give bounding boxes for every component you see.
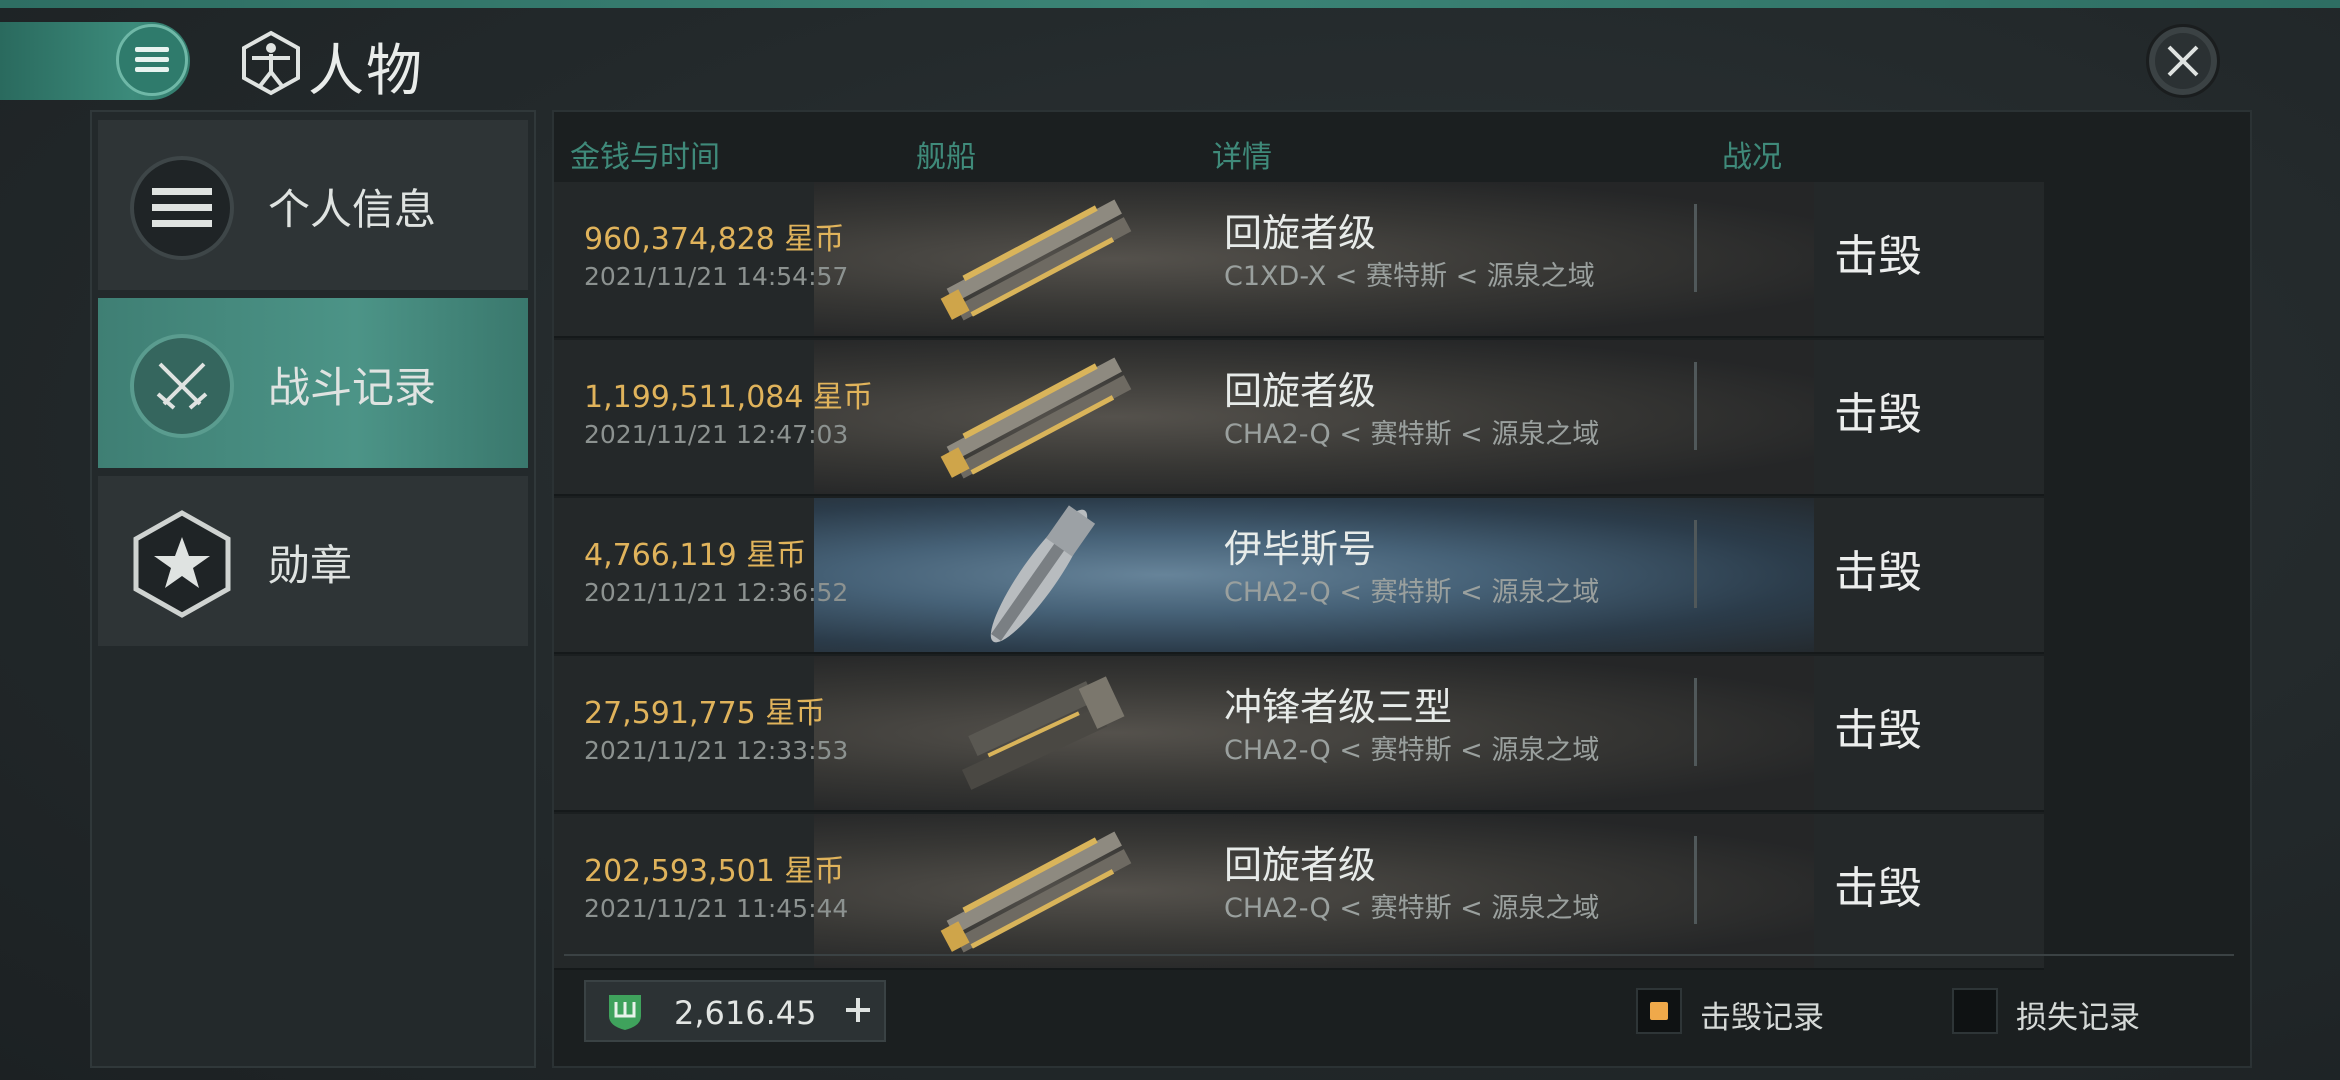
main-menu-button[interactable] [116, 24, 188, 96]
sidebar-item-combat-log[interactable]: 战斗记录 [98, 298, 528, 468]
plus-icon [846, 998, 870, 1022]
table-row[interactable]: 202,593,501 星币 2021/11/21 11:45:44 回旋者级 … [554, 814, 2044, 970]
column-header-money-time: 金钱与时间 [570, 140, 720, 175]
timestamp: 2021/11/21 14:54:57 [584, 262, 849, 291]
location: CHA2-Q < 赛特斯 < 源泉之域 [1224, 577, 1600, 608]
location: CHA2-Q < 赛特斯 < 源泉之域 [1224, 735, 1600, 766]
timestamp: 2021/11/21 12:33:53 [584, 736, 849, 765]
close-icon [2167, 45, 2199, 77]
column-header-ship: 舰船 [916, 140, 976, 175]
ship-class-name: 回旋者级 [1224, 211, 1377, 255]
result-label: 击毁 [1834, 547, 1922, 598]
column-separator [1694, 362, 1697, 450]
bounty-value: 27,591,775 星币 [584, 696, 826, 731]
timestamp: 2021/11/21 12:36:52 [584, 578, 849, 607]
sidebar-item-label: 战斗记录 [268, 363, 437, 412]
currency-shield-icon [609, 995, 641, 1030]
kills-filter-label: 击毁记录 [1700, 1000, 1824, 1036]
table-row[interactable]: 27,591,775 星币 2021/11/21 12:33:53 冲锋者级三型… [554, 656, 2044, 812]
table-row[interactable]: 960,374,828 星币 2021/11/21 14:54:57 回旋者级 … [554, 182, 2044, 338]
hamburger-icon [135, 47, 169, 73]
sidebar-item-personal-info[interactable]: 个人信息 [98, 120, 528, 290]
result-label: 击毁 [1834, 389, 1922, 440]
timestamp: 2021/11/21 12:47:03 [584, 420, 849, 449]
bounty-value: 960,374,828 星币 [584, 222, 845, 257]
table-row[interactable]: 4,766,119 星币 2021/11/21 12:36:52 伊毕斯号 CH… [554, 498, 2044, 654]
losses-filter-label: 损失记录 [2016, 1000, 2140, 1036]
column-header-status: 战况 [1722, 140, 1782, 175]
footer-divider [564, 954, 2234, 956]
ship-class-name: 伊毕斯号 [1224, 527, 1377, 571]
column-separator [1694, 678, 1697, 766]
ship-image [961, 676, 1125, 790]
ship-class-name: 冲锋者级三型 [1224, 685, 1453, 729]
location: CHA2-Q < 赛特斯 < 源泉之域 [1224, 893, 1600, 924]
ship-image [940, 199, 1132, 321]
location: C1XD-X < 赛特斯 < 源泉之域 [1224, 261, 1595, 292]
sidebar-item-label: 个人信息 [268, 185, 437, 234]
add-currency-button[interactable] [836, 988, 880, 1032]
sidebar-item-label: 勋章 [268, 541, 353, 590]
losses-filter-checkbox[interactable]: 损失记录 [1952, 986, 2152, 1036]
result-label: 击毁 [1834, 863, 1922, 914]
bounty-value: 202,593,501 星币 [584, 854, 845, 889]
sidebar-item-medals[interactable]: 勋章 [98, 476, 528, 646]
ship-image [990, 505, 1096, 643]
combat-log-panel: 金钱与时间 舰船 详情 战况 960,374,828 星币 2021/11/21… [552, 110, 2252, 1068]
kills-filter-checkbox[interactable]: 击毁记录 [1636, 986, 1824, 1036]
column-separator [1694, 204, 1697, 292]
top-accent-strip [0, 0, 2340, 8]
checkbox-unchecked [1952, 988, 1998, 1034]
location: CHA2-Q < 赛特斯 < 源泉之域 [1224, 419, 1600, 450]
currency-value: 2,616.45 [674, 994, 817, 1032]
star-badge-icon [130, 510, 234, 618]
checkbox-checked [1636, 988, 1682, 1034]
currency-display: 2,616.45 [584, 980, 886, 1042]
page-title: 人物 [308, 39, 424, 104]
ship-image [940, 357, 1132, 479]
ship-class-name: 回旋者级 [1224, 369, 1377, 413]
close-button[interactable] [2146, 24, 2220, 98]
timestamp: 2021/11/21 11:45:44 [584, 894, 849, 923]
ship-image [940, 831, 1132, 953]
sidebar: 个人信息 战斗记录 勋章 [90, 110, 536, 1068]
result-label: 击毁 [1834, 231, 1922, 282]
ship-class-name: 回旋者级 [1224, 843, 1377, 887]
column-separator [1694, 520, 1697, 608]
column-separator [1694, 836, 1697, 924]
column-header-details: 详情 [1212, 140, 1272, 175]
bounty-value: 4,766,119 星币 [584, 538, 807, 573]
check-mark [1650, 1002, 1668, 1020]
result-label: 击毁 [1834, 705, 1922, 756]
table-row[interactable]: 1,199,511,084 星币 2021/11/21 12:47:03 回旋者… [554, 340, 2044, 496]
bounty-value: 1,199,511,084 星币 [584, 380, 874, 415]
crossed-swords-icon [130, 334, 234, 438]
vitruvian-hexagon-icon [242, 30, 300, 96]
list-icon [130, 156, 234, 260]
